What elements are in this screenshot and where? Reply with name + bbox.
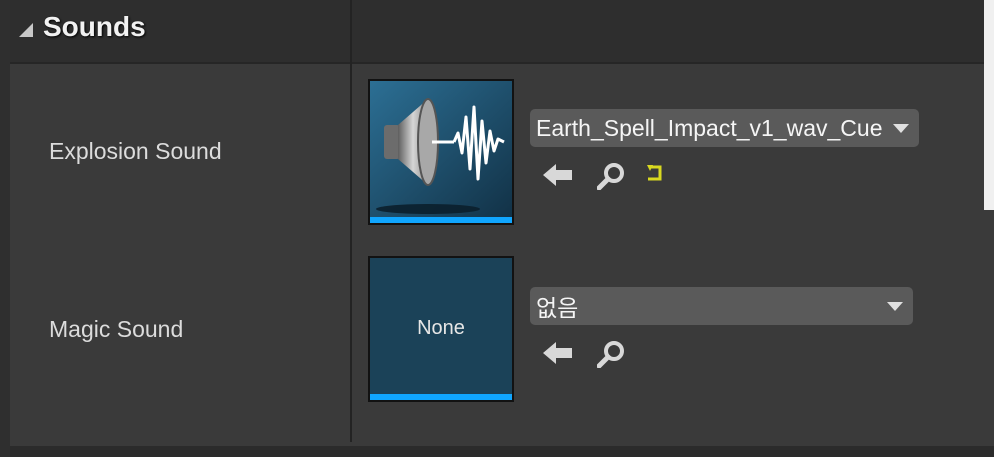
magic-sound-asset-value: 없음 [536, 295, 579, 321]
asset-color-bar [370, 394, 512, 400]
magic-sound-label: Magic Sound [49, 316, 184, 342]
use-selected-arrow-icon[interactable] [543, 163, 573, 187]
scrollbar[interactable] [984, 0, 994, 210]
chevron-down-icon [893, 124, 909, 133]
chevron-down-icon [887, 302, 903, 311]
use-selected-arrow-icon[interactable] [543, 341, 573, 365]
thumbnail-none-text: None [417, 316, 465, 339]
column-divider[interactable] [350, 0, 352, 442]
magic-sound-thumbnail[interactable]: None [368, 256, 514, 402]
asset-color-bar [370, 217, 512, 223]
panel-left-edge [0, 0, 10, 457]
sound-cue-speaker-icon [370, 81, 512, 217]
explosion-sound-thumbnail[interactable] [368, 79, 514, 225]
browse-magnifier-icon[interactable] [597, 162, 627, 190]
explosion-sound-asset-value: Earth_Spell_Impact_v1_wav_Cue [536, 114, 883, 141]
explosion-sound-asset-combo[interactable]: Earth_Spell_Impact_v1_wav_Cue [530, 109, 919, 147]
category-title: Sounds [43, 11, 146, 42]
next-section-edge [10, 446, 994, 457]
reset-to-default-icon[interactable] [646, 165, 666, 183]
magic-sound-asset-combo[interactable]: 없음 [530, 287, 913, 325]
category-header-sounds[interactable]: Sounds [10, 0, 984, 64]
collapse-triangle-icon[interactable] [19, 23, 33, 37]
explosion-sound-label: Explosion Sound [49, 138, 222, 164]
browse-magnifier-icon[interactable] [597, 340, 627, 368]
